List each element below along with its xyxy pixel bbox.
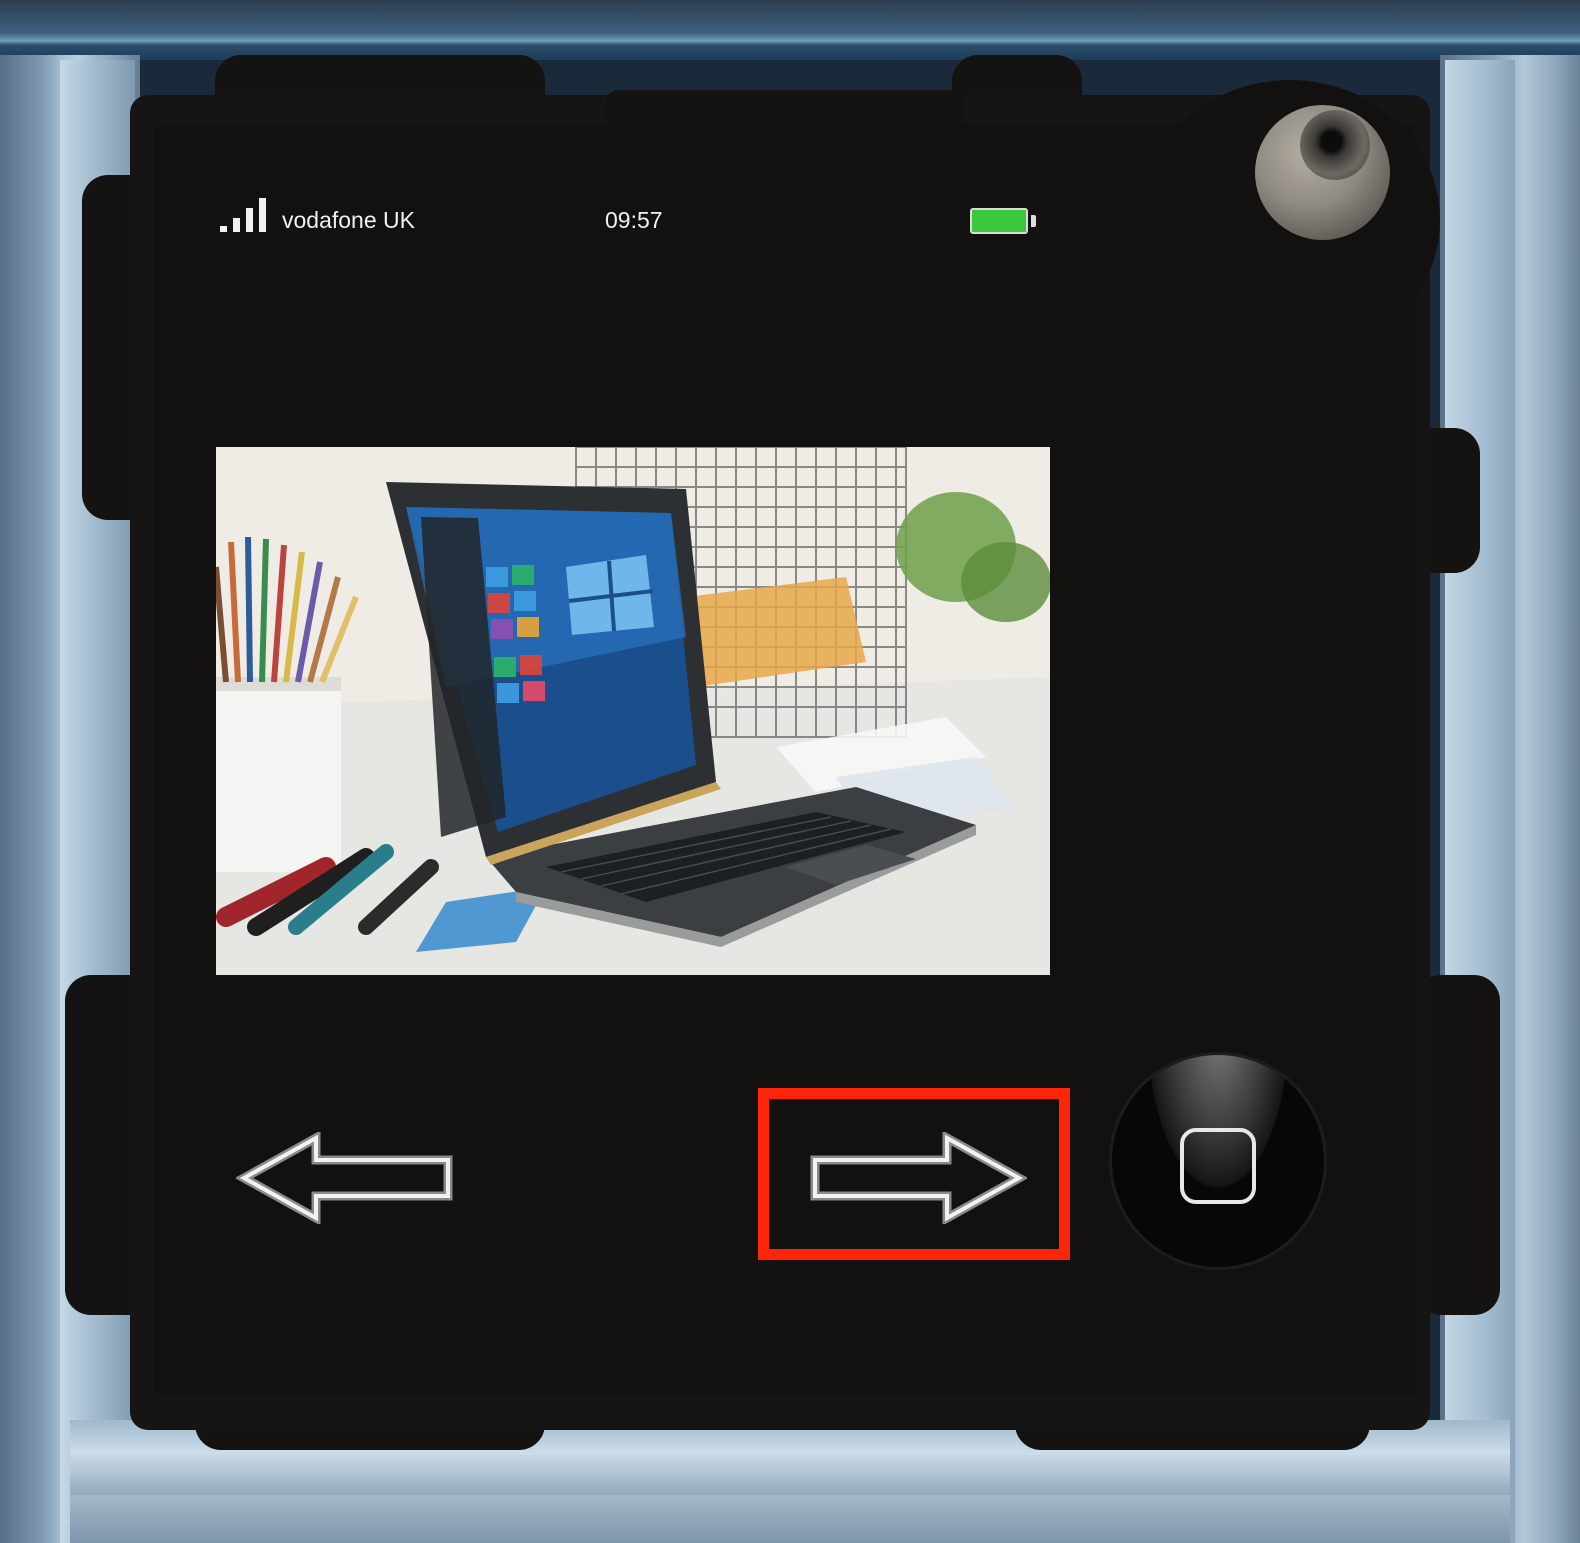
- signal-strength-icon: [220, 198, 272, 232]
- back-arrow-button[interactable]: [234, 1130, 458, 1226]
- laptop-photo-illustration: [216, 447, 1050, 975]
- home-square-icon: [1180, 1128, 1256, 1204]
- knob-tip: [1300, 110, 1370, 180]
- carrier-label: vodafone UK: [282, 207, 415, 233]
- signal-bar: [220, 226, 227, 232]
- enclosure-right-wall-inner: [1445, 60, 1515, 1543]
- next-arrow-highlight: [758, 1088, 1070, 1260]
- enclosure-top: [0, 0, 1580, 60]
- left-arrow-icon: [234, 1130, 453, 1226]
- enclosure-bottom-ledge-shade: [70, 1455, 1510, 1495]
- laptop-photo: [216, 447, 1050, 975]
- battery-cap: [1031, 215, 1036, 227]
- signal-bar: [246, 208, 253, 232]
- clock-label: 09:57: [605, 207, 663, 233]
- signal-bar: [259, 198, 266, 232]
- battery-icon: [970, 208, 1028, 234]
- battery-level-fill: [972, 210, 1026, 232]
- signal-bar: [233, 218, 240, 232]
